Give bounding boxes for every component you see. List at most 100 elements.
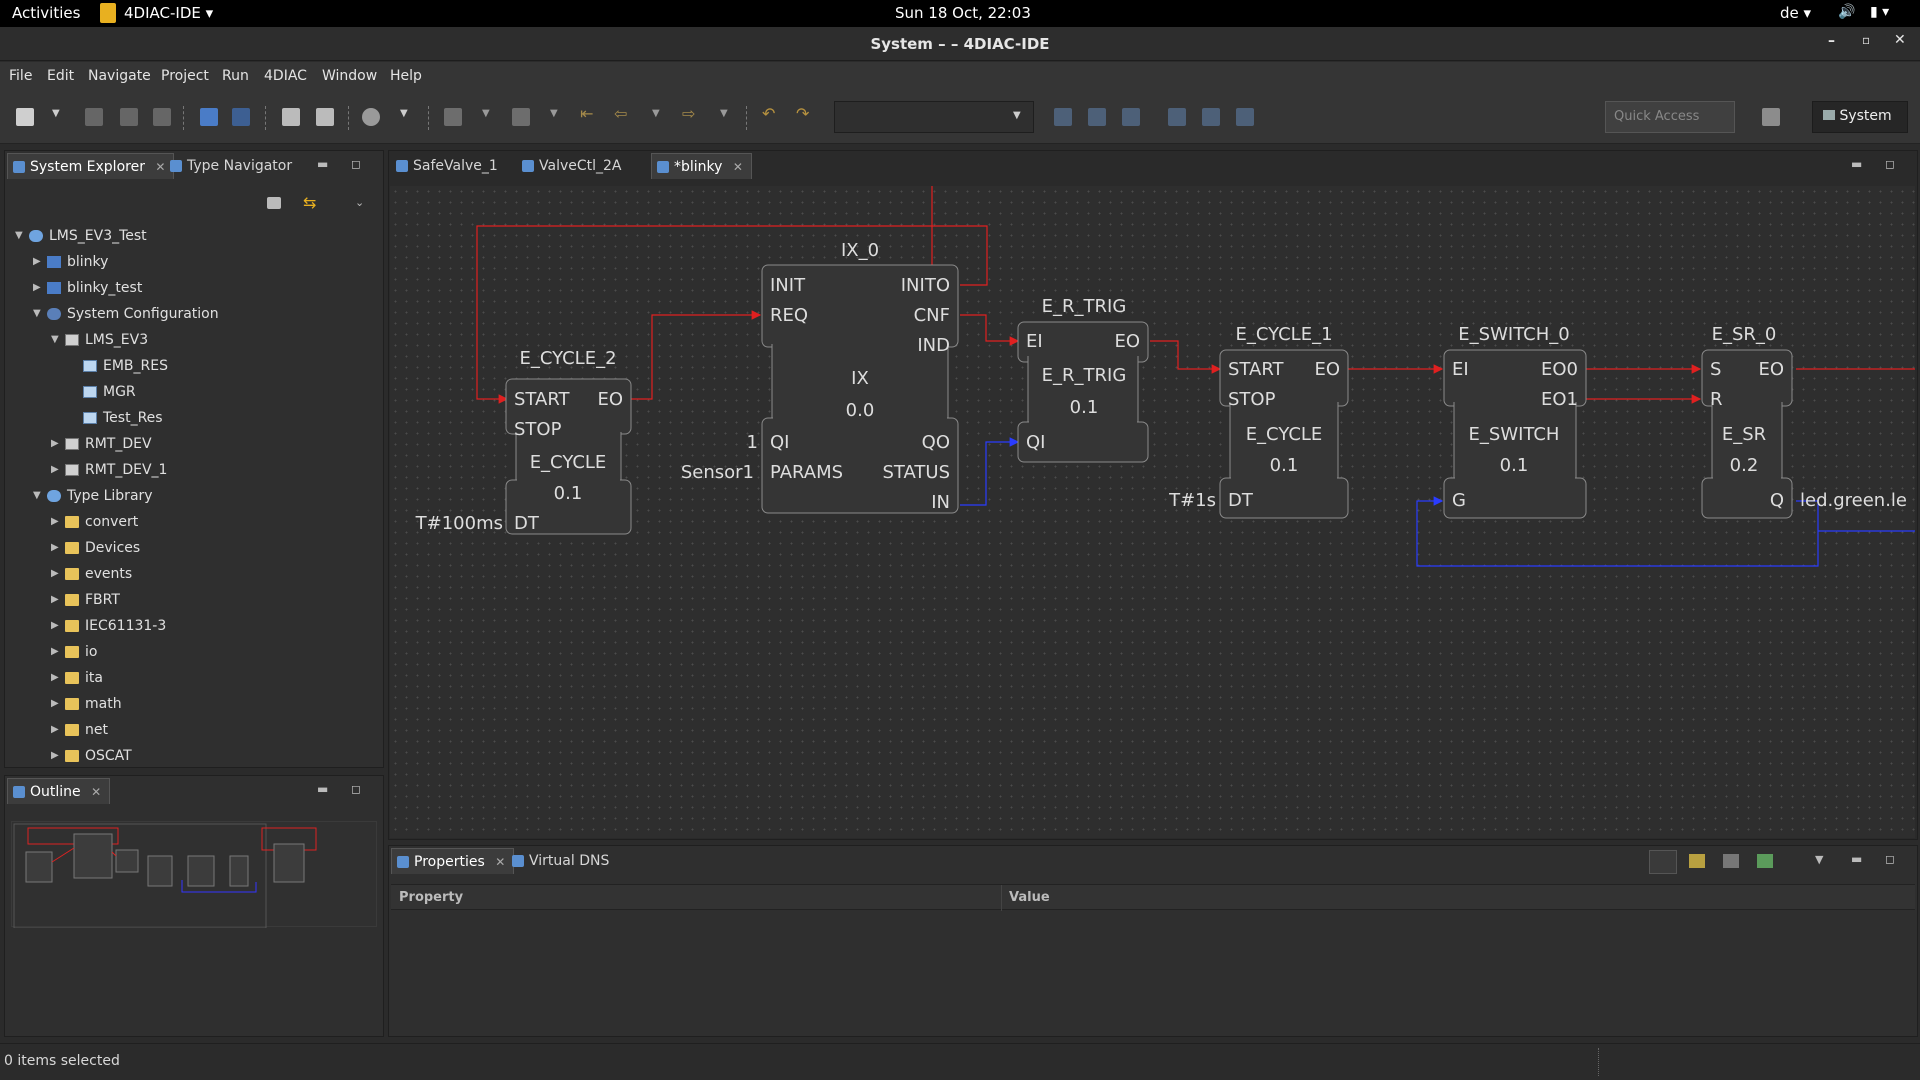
port-cnf[interactable]: CNF bbox=[914, 305, 950, 326]
open-perspective-icon[interactable] bbox=[1762, 108, 1780, 126]
previous-edit-icon[interactable]: ⇤ bbox=[580, 104, 593, 123]
target-combo[interactable]: ▼ bbox=[834, 101, 1034, 133]
collapsed-arrow-icon[interactable]: ▶ bbox=[51, 509, 63, 535]
tree-item-iec61131-3[interactable]: ▶ IEC61131-3 bbox=[5, 613, 381, 639]
volume-icon[interactable]: 🔊 bbox=[1838, 4, 1855, 20]
pin-icon[interactable] bbox=[1757, 854, 1773, 868]
port-stop[interactable]: STOP bbox=[514, 419, 562, 440]
connection-ix-in-rtrig-qi[interactable] bbox=[960, 437, 1020, 506]
tree-item-rmt-dev[interactable]: ▶ RMT_DEV bbox=[5, 431, 381, 457]
deploy-icon[interactable] bbox=[362, 108, 380, 126]
collapsed-arrow-icon[interactable]: ▶ bbox=[51, 691, 63, 717]
connection-rtrig-eo-cycle1-start[interactable] bbox=[1150, 340, 1222, 374]
fb-e-cycle-2[interactable]: E_CYCLE_2 START STOP EO E_CYCLE 0.1 DT T… bbox=[415, 348, 632, 535]
minimize-window-button[interactable]: – bbox=[1828, 33, 1835, 49]
minimize-icon[interactable]: ▬ bbox=[317, 782, 328, 796]
new-dropdown-chevron-icon[interactable]: ▼ bbox=[52, 108, 60, 119]
tree-item-type-library[interactable]: ▼ Type Library bbox=[5, 483, 381, 509]
close-icon[interactable]: ✕ bbox=[91, 785, 101, 799]
tab-virtual-dns[interactable]: Virtual DNS bbox=[507, 848, 617, 874]
port-eo[interactable]: EO bbox=[1314, 359, 1340, 380]
show-categories-icon[interactable] bbox=[1649, 850, 1677, 874]
collapsed-arrow-icon[interactable]: ▶ bbox=[51, 457, 63, 483]
collapsed-arrow-icon[interactable]: ▶ bbox=[51, 743, 63, 765]
tree-item-lms-ev3[interactable]: ▼ LMS_EV3 bbox=[5, 327, 381, 353]
connection-ix-cnf-rtrig-ei[interactable] bbox=[960, 314, 1020, 346]
port-ei[interactable]: EI bbox=[1452, 359, 1469, 380]
port-g[interactable]: G bbox=[1452, 490, 1466, 511]
collapse-all-icon[interactable] bbox=[267, 197, 281, 209]
close-icon[interactable]: ✕ bbox=[495, 855, 505, 869]
port-eo[interactable]: EO bbox=[1758, 359, 1784, 380]
expanded-arrow-icon[interactable]: ▼ bbox=[51, 327, 63, 353]
grid-icon[interactable] bbox=[1202, 108, 1220, 126]
parameter-qi-value[interactable]: 1 bbox=[747, 432, 758, 453]
tab-valvectl-2a[interactable]: ValveCtl_2A bbox=[517, 153, 630, 179]
parameter-q-target[interactable]: led.green.le bbox=[1800, 490, 1907, 511]
deploy-dropdown-chevron-icon[interactable]: ▼ bbox=[400, 108, 408, 119]
redo-icon[interactable]: ↷ bbox=[796, 104, 809, 123]
zoom-in-icon[interactable] bbox=[1054, 108, 1072, 126]
tree-item-system-configuration[interactable]: ▼ System Configuration bbox=[5, 301, 381, 327]
menu-project[interactable]: Project bbox=[161, 68, 209, 84]
port-qo[interactable]: QO bbox=[922, 432, 950, 453]
port-start[interactable]: START bbox=[514, 389, 571, 410]
minimize-icon[interactable]: ▬ bbox=[1851, 157, 1862, 171]
maximize-icon[interactable]: ◻ bbox=[351, 782, 361, 796]
tree-item-events[interactable]: ▶ events bbox=[5, 561, 381, 587]
port-stop[interactable]: STOP bbox=[1228, 389, 1276, 410]
maximize-window-button[interactable]: ▫ bbox=[1862, 33, 1870, 47]
tree-item-oscat[interactable]: ▶ OSCAT bbox=[5, 743, 381, 765]
port-q[interactable]: Q bbox=[1770, 490, 1784, 511]
expanded-arrow-icon[interactable]: ▼ bbox=[15, 223, 27, 249]
tree-item-blinky-test[interactable]: ▶ blinky_test bbox=[5, 275, 381, 301]
fb-e-r-trig[interactable]: E_R_TRIG EI EO E_R_TRIG 0.1 QI bbox=[1017, 296, 1149, 463]
column-value[interactable]: Value bbox=[1009, 890, 1050, 905]
port-eo0[interactable]: EO0 bbox=[1541, 359, 1578, 380]
tree-item-net[interactable]: ▶ net bbox=[5, 717, 381, 743]
tree-item-devices[interactable]: ▶ Devices bbox=[5, 535, 381, 561]
collapsed-arrow-icon[interactable]: ▶ bbox=[51, 613, 63, 639]
battery-icon[interactable]: ▮ ▾ bbox=[1870, 4, 1889, 20]
collapsed-arrow-icon[interactable]: ▶ bbox=[33, 275, 45, 301]
parameter-dt-value[interactable]: T#100ms bbox=[415, 513, 503, 534]
port-dt[interactable]: DT bbox=[1228, 490, 1254, 511]
outline-overview[interactable] bbox=[11, 821, 377, 929]
menu-file[interactable]: File bbox=[9, 68, 32, 84]
close-icon[interactable]: ✕ bbox=[155, 160, 165, 174]
close-icon[interactable]: ✕ bbox=[733, 160, 743, 174]
zoom-fit-icon[interactable] bbox=[1122, 108, 1140, 126]
app-menu-button[interactable]: 4DIAC-IDE ▾ bbox=[124, 4, 213, 22]
language-indicator[interactable]: de ▾ bbox=[1780, 4, 1811, 22]
port-dt[interactable]: DT bbox=[514, 513, 540, 534]
snap-icon[interactable] bbox=[1236, 108, 1254, 126]
forward-icon[interactable]: ⇨ bbox=[682, 104, 695, 123]
new-icon[interactable] bbox=[16, 108, 34, 126]
collapsed-arrow-icon[interactable]: ▶ bbox=[51, 717, 63, 743]
port-in[interactable]: IN bbox=[931, 492, 950, 513]
port-req[interactable]: REQ bbox=[770, 305, 808, 326]
search-icon[interactable] bbox=[444, 108, 462, 126]
align-left-icon[interactable] bbox=[282, 108, 300, 126]
port-status[interactable]: STATUS bbox=[882, 462, 950, 483]
annotation-icon[interactable] bbox=[512, 108, 530, 126]
view-menu-chevron-icon[interactable]: ⌄ bbox=[355, 196, 364, 209]
tree-item-fbrt[interactable]: ▶ FBRT bbox=[5, 587, 381, 613]
port-eo1[interactable]: EO1 bbox=[1541, 389, 1578, 410]
collapsed-arrow-icon[interactable]: ▶ bbox=[33, 249, 45, 275]
menu-4diac[interactable]: 4DIAC bbox=[264, 68, 307, 84]
port-start[interactable]: START bbox=[1228, 359, 1285, 380]
tab-type-navigator[interactable]: Type Navigator bbox=[165, 153, 300, 179]
tree-item-blinky[interactable]: ▶ blinky bbox=[5, 249, 381, 275]
maximize-icon[interactable]: ◻ bbox=[351, 157, 361, 171]
tree-item-math[interactable]: ▶ math bbox=[5, 691, 381, 717]
activities-button[interactable]: Activities bbox=[12, 4, 80, 22]
quick-access-input[interactable]: Quick Access bbox=[1605, 101, 1735, 133]
tree-item-lms-ev3-test[interactable]: ▼ LMS_EV3_Test bbox=[5, 223, 381, 249]
zoom-out-icon[interactable] bbox=[1088, 108, 1106, 126]
collapsed-arrow-icon[interactable]: ▶ bbox=[51, 639, 63, 665]
expanded-arrow-icon[interactable]: ▼ bbox=[33, 483, 45, 509]
port-eo[interactable]: EO bbox=[1114, 331, 1140, 352]
port-ind[interactable]: IND bbox=[917, 335, 950, 356]
save-icon[interactable] bbox=[85, 108, 103, 126]
